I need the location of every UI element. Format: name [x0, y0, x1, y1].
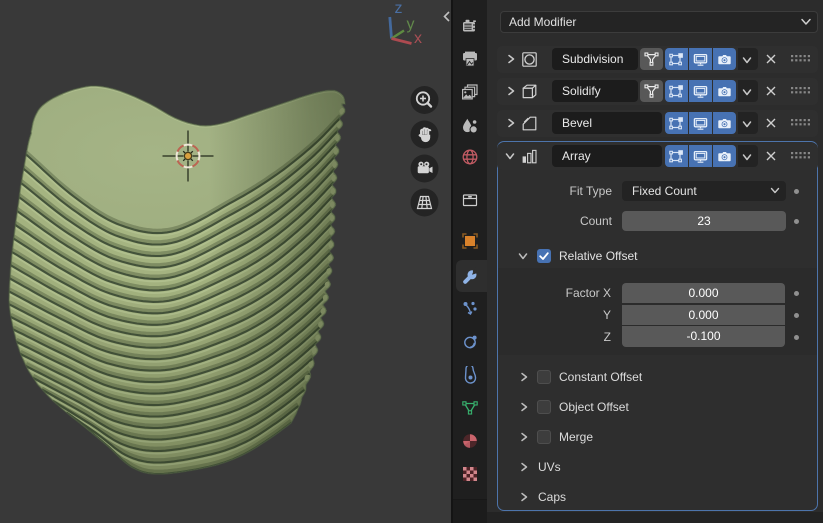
svg-text:x: x — [414, 30, 422, 47]
svg-text:z: z — [395, 0, 403, 17]
